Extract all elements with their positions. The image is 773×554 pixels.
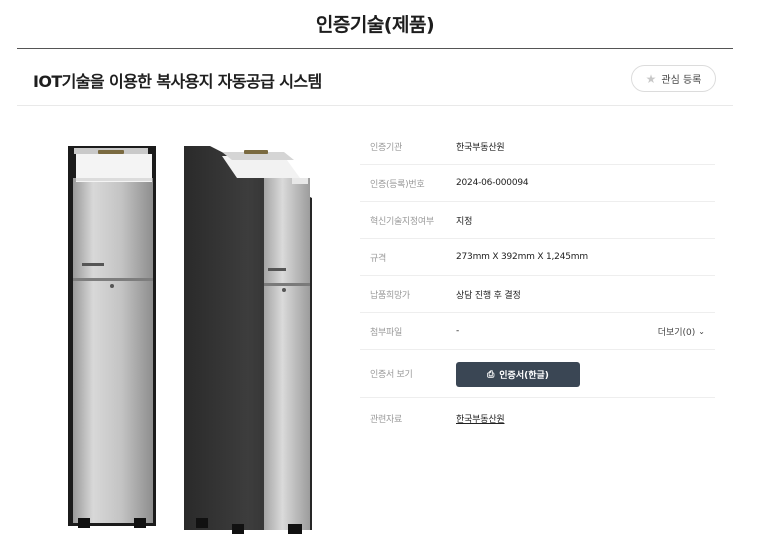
detail-label: 인증서 보기 (370, 370, 413, 380)
detail-value: 한국부동산원 (456, 142, 505, 153)
cert-button-label: 인증서(한글) (499, 371, 549, 381)
favorite-label: 관심 등록 (661, 75, 702, 86)
detail-label: 규격 (370, 253, 386, 264)
detail-value: - (456, 326, 460, 336)
detail-row-price: 납품희망가 상담 진행 후 결정 (360, 276, 715, 313)
machine-angled (184, 146, 312, 534)
detail-value: 2024-06-000094 (456, 178, 529, 188)
chevron-down-icon: ⌄ (698, 326, 705, 336)
detail-row-related: 관련자료 한국부동산원 (360, 398, 715, 438)
view-certificate-button[interactable]: ⎙ 인증서(한글) (456, 362, 580, 387)
detail-row-dimensions: 규격 273mm X 392mm X 1,245mm (360, 239, 715, 276)
detail-row-certifier: 인증기관 한국부동산원 (360, 128, 715, 165)
product-title: IOT기술을 이용한 복사용지 자동공급 시스템 (33, 72, 322, 91)
printer-icon: ⎙ (487, 369, 495, 380)
page-title: 인증기술(제품) (315, 14, 435, 36)
detail-label: 인증기관 (370, 142, 402, 153)
detail-label: 관련자료 (370, 414, 402, 425)
detail-value: 273mm X 392mm X 1,245mm (456, 252, 588, 262)
favorite-button[interactable]: ★ 관심 등록 (631, 65, 716, 92)
more-attachments-link[interactable]: 더보기(0) ⌄ (658, 325, 705, 338)
detail-value: 상담 진행 후 결정 (456, 290, 521, 301)
detail-row-certificate: 인증서 보기 ⎙ 인증서(한글) (360, 350, 715, 398)
product-image (68, 146, 312, 534)
detail-value: 지정 (456, 216, 473, 227)
more-label: 더보기(0) (657, 327, 696, 338)
title-divider (17, 48, 733, 49)
detail-label: 납품희망가 (370, 290, 410, 301)
detail-row-attachments: 첨부파일 - 더보기(0) ⌄ (360, 313, 715, 350)
detail-row-innovation: 혁신기술지정여부 지정 (360, 202, 715, 239)
machine-front (68, 146, 156, 528)
detail-label: 첨부파일 (370, 327, 402, 338)
detail-label: 혁신기술지정여부 (370, 216, 434, 227)
star-icon: ★ (645, 71, 657, 86)
detail-label: 인증(등록)번호 (370, 179, 425, 190)
product-details-table: 인증기관 한국부동산원 인증(등록)번호 2024-06-000094 혁신기술… (360, 128, 715, 438)
detail-row-cert-number: 인증(등록)번호 2024-06-000094 (360, 165, 715, 202)
related-link[interactable]: 한국부동산원 (456, 412, 505, 425)
header-divider (17, 105, 733, 106)
